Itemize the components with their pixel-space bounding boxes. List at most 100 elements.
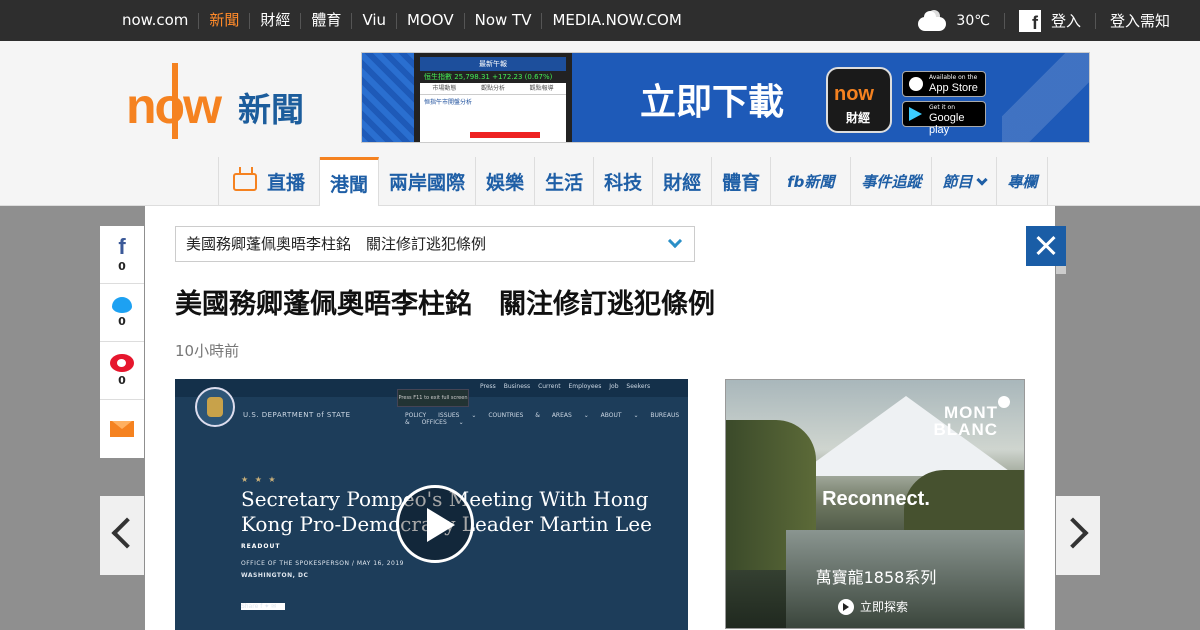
play-circle-icon: [838, 598, 854, 615]
phone-sub: 恒指午市開盤分析: [424, 99, 473, 106]
phone-mockup: 最新午報 恒生指數 25,798.31 +172.23 (0.67%) 市場動態…: [414, 53, 572, 142]
logo-section-text: 新聞: [238, 90, 304, 129]
nav-entertainment-label: 娛樂: [486, 172, 525, 194]
facebook-icon: f: [1018, 9, 1041, 32]
montblanc-star-icon: [998, 396, 1010, 408]
topnav-finance[interactable]: 財經: [250, 0, 300, 41]
facebook-icon: f: [118, 234, 126, 259]
video-place: WASHINGTON, DC: [241, 572, 309, 579]
video-site-menu: POLICY ISSUES ⌄ COUNTRIES & AREAS ⌄ ABOU…: [405, 412, 680, 426]
topnav-now-com[interactable]: now.com: [112, 0, 198, 41]
banner-headline: 立即下載: [640, 82, 785, 123]
share-weibo[interactable]: 0: [100, 342, 144, 400]
main-nav: 直播 港聞 兩岸國際 娛樂 生活 科技 財經 體育 fb新聞 事件追蹤 節目 專…: [218, 157, 1049, 206]
nav-tech[interactable]: 科技: [594, 157, 654, 206]
google-play-button[interactable]: Get it on Google play: [902, 101, 986, 136]
app-icon-finance: 財經: [846, 111, 871, 125]
close-button[interactable]: [1026, 226, 1066, 266]
cloud-sun-icon: [918, 9, 948, 33]
video-office: OFFICE OF THE SPOKESPERSON / MAY 16, 201…: [241, 560, 404, 567]
topnav-now-tv[interactable]: Now TV: [465, 0, 542, 41]
nav-programmes-label: 節目: [942, 173, 973, 191]
video-readout: READOUT: [241, 543, 281, 550]
article-select-dropdown[interactable]: 美國務卿蓬佩奧晤李柱銘 關注修訂逃犯條例: [175, 226, 695, 262]
phone-tab: 觀點分析: [481, 85, 506, 92]
nav-fb-news[interactable]: fb新聞: [771, 157, 852, 206]
ad-cta[interactable]: 立即探索: [838, 598, 908, 615]
nav-life[interactable]: 生活: [535, 157, 595, 206]
dropdown-value: 美國務卿蓬佩奧晤李柱銘 關注修訂逃犯條例: [186, 235, 487, 253]
topnav-media-now[interactable]: MEDIA.NOW.COM: [542, 0, 691, 41]
nav-finance[interactable]: 財經: [653, 157, 713, 206]
appstore-big: App Store: [929, 82, 978, 94]
banner-stripes: [362, 53, 416, 142]
article-title: 美國務卿蓬佩奧晤李柱銘 關注修訂逃犯條例: [175, 289, 715, 320]
top-bar: now.com 新聞 財經 體育 Viu MOOV Now TV MEDIA.N…: [0, 0, 1200, 41]
appstore-small: Available on the: [929, 74, 978, 81]
login-notice-link[interactable]: 登入需知: [1096, 10, 1200, 31]
google-play-icon: [909, 107, 922, 121]
topnav-news[interactable]: 新聞: [199, 0, 249, 41]
next-article-button[interactable]: [1056, 496, 1100, 575]
app-icon-now: now: [834, 83, 874, 105]
topnav-moov[interactable]: MOOV: [397, 0, 464, 41]
phone-tabs: 市場動態 觀點分析 觀點報導: [420, 83, 566, 95]
share-email[interactable]: [100, 400, 144, 458]
nav-programmes[interactable]: 節目: [932, 157, 998, 206]
nav-local-label: 港聞: [330, 173, 369, 196]
chevron-left-icon: [111, 517, 143, 549]
article-overlay: 美國務卿蓬佩奧晤李柱銘 關注修訂逃犯條例 美國務卿蓬佩奧晤李柱銘 關注修訂逃犯條…: [145, 206, 1055, 630]
phone-index: 恒生指數 25,798.31 +172.23 (0.67%): [420, 71, 566, 83]
facebook-login[interactable]: f 登入: [1005, 9, 1095, 32]
now-news-logo[interactable]: now 新聞: [126, 63, 326, 143]
weibo-share-count: 0: [118, 374, 126, 387]
topnav-sports[interactable]: 體育: [301, 0, 351, 41]
ad-series: 萬寶龍1858系列: [815, 568, 937, 587]
gplay-small: Get it on: [929, 104, 956, 111]
top-nav: now.com 新聞 財經 體育 Viu MOOV Now TV MEDIA.N…: [112, 0, 692, 41]
apple-icon: [909, 77, 923, 91]
app-download-banner[interactable]: 最新午報 恒生指數 25,798.31 +172.23 (0.67%) 市場動態…: [361, 52, 1090, 143]
facebook-share-count: 0: [118, 260, 126, 273]
nav-fb-news-label: fb新聞: [787, 173, 835, 191]
twitter-icon: [112, 297, 132, 313]
video-share: Share f ✦ ✉: [241, 603, 285, 610]
nav-tracking[interactable]: 事件追蹤: [851, 157, 933, 206]
topnav-viu[interactable]: Viu: [352, 0, 396, 41]
phone-bar: [470, 132, 540, 138]
nav-entertainment[interactable]: 娛樂: [476, 157, 536, 206]
fullscreen-hint: Press F11 to exit full screen: [397, 389, 469, 407]
login-link[interactable]: 登入: [1051, 10, 1081, 31]
previous-article-button[interactable]: [100, 496, 144, 575]
logo-now-text: now: [126, 78, 222, 134]
share-twitter[interactable]: 0: [100, 284, 144, 342]
nav-live[interactable]: 直播: [219, 157, 321, 206]
tv-icon: [233, 172, 257, 191]
nav-life-label: 生活: [545, 172, 584, 194]
ad-cta-label: 立即探索: [860, 600, 909, 614]
share-sidebar: f 0 0 0: [100, 226, 144, 458]
nav-columns[interactable]: 專欄: [997, 157, 1049, 206]
app-store-button[interactable]: Available on the App Store: [902, 71, 986, 97]
nav-sports[interactable]: 體育: [712, 157, 772, 206]
share-facebook[interactable]: f 0: [100, 226, 144, 284]
weibo-icon: [110, 354, 134, 372]
video-stars: ★ ★ ★: [241, 475, 278, 484]
nav-local[interactable]: 港聞: [320, 157, 380, 206]
nav-live-label: 直播: [267, 172, 306, 194]
video-edge: [688, 379, 691, 630]
montblanc-ad[interactable]: MONT BLANC Reconnect. 萬寶龍1858系列 立即探索: [725, 379, 1025, 629]
video-toplinks: Press Business Current Employees Job See…: [480, 383, 651, 390]
site-header: now 新聞 最新午報 恒生指數 25,798.31 +172.23 (0.67…: [0, 41, 1200, 206]
nav-tracking-label: 事件追蹤: [861, 173, 922, 191]
now-finance-app-icon: now 財經: [826, 67, 892, 133]
phone-tab: 市場動態: [432, 85, 457, 92]
play-button-icon[interactable]: [396, 485, 474, 563]
chevron-down-icon: [976, 173, 989, 186]
state-department-seal-icon: [195, 387, 235, 427]
video-dept-name: U.S. DEPARTMENT of STATE: [243, 411, 351, 419]
nav-international-label: 兩岸國際: [389, 172, 466, 194]
nav-international[interactable]: 兩岸國際: [379, 157, 477, 206]
nav-sports-label: 體育: [722, 172, 761, 194]
video-player[interactable]: Press Business Current Employees Job See…: [175, 379, 691, 630]
